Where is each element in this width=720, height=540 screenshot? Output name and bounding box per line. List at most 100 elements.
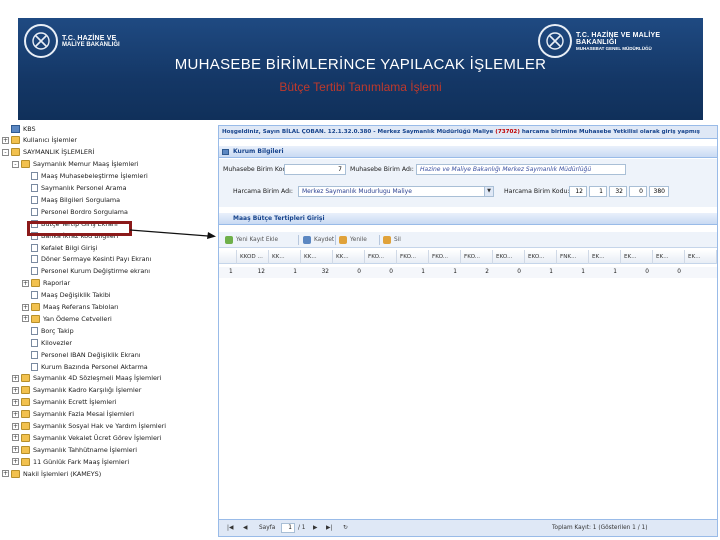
new-record-button[interactable]: Yeni Kayıt Ekle	[225, 235, 278, 245]
expand-icon[interactable]: +	[12, 374, 19, 382]
column-header[interactable]: KK...	[333, 250, 365, 264]
harcama-kodu-part4[interactable]: 0	[629, 186, 647, 197]
tree-item[interactable]: KBS	[2, 123, 36, 134]
tree-item[interactable]: Personel Bordro Sorgulama	[22, 206, 128, 217]
expand-icon[interactable]: +	[12, 434, 19, 442]
tree-item[interactable]: + Saymanlık Sosyal Hak ve Yardım İşlemler…	[12, 421, 166, 432]
tree-item[interactable]: + Maaş Referans Tabloları	[22, 302, 119, 313]
tree-item[interactable]: Kilovezler	[22, 337, 72, 348]
tree-item[interactable]: Döner Sermaye Kesinti Payı Ekranı	[22, 254, 151, 265]
folder-icon	[21, 374, 30, 383]
table-cell: 1	[453, 269, 457, 275]
expand-icon[interactable]: +	[12, 398, 19, 406]
chevron-down-icon[interactable]: ▼	[484, 187, 493, 196]
expand-icon[interactable]: +	[12, 446, 19, 454]
logo-right-line1: T.C. HAZİNE VE MALİYE BAKANLIĞI	[575, 31, 661, 46]
refresh-button[interactable]: Yenile	[339, 235, 367, 245]
expand-icon[interactable]: +	[12, 386, 19, 394]
column-header[interactable]: FKO...	[365, 250, 397, 264]
column-header[interactable]: FKO...	[461, 250, 493, 264]
expand-icon[interactable]: +	[22, 303, 29, 311]
document-icon	[31, 291, 38, 300]
tree-item[interactable]: Kefalet Bilgi Girişi	[22, 242, 97, 253]
tree-item[interactable]: + Saymanlık 4D Sözleşmeli Maaş İşlemleri	[12, 373, 161, 384]
column-header[interactable]: EKO...	[525, 250, 557, 264]
table-cell: 1	[549, 269, 553, 275]
expand-icon[interactable]: +	[12, 410, 19, 418]
column-header[interactable]: FKO...	[397, 250, 429, 264]
expand-icon[interactable]: +	[22, 279, 29, 287]
welcome-bar: Hoşgeldiniz, Sayın BİLAL ÇOBAN. 12.1.32.…	[219, 126, 717, 139]
tree-item[interactable]: + Saymanlık Tahhütname İşlemleri	[12, 444, 137, 455]
refresh-page-icon[interactable]: ↻	[343, 524, 348, 533]
previous-page-icon[interactable]: ◀	[243, 524, 247, 533]
collapse-icon[interactable]: -	[2, 148, 9, 156]
delete-button[interactable]: Sil	[383, 235, 401, 245]
tree-item[interactable]: + Kullanıcı İşlemler	[2, 135, 77, 146]
last-page-icon[interactable]: ▶|	[326, 524, 332, 533]
tree-item[interactable]: Kurum Bazında Personel Aktarma	[22, 361, 148, 372]
document-icon	[31, 362, 38, 371]
column-header[interactable]: FNK...	[557, 250, 589, 264]
folder-icon	[21, 445, 30, 454]
tree-item[interactable]: - Saymanlık Memur Maaş İşlemleri	[12, 159, 139, 170]
column-header[interactable]: FKO...	[429, 250, 461, 264]
column-header[interactable]: KK...	[269, 250, 301, 264]
harcama-kodu-part2[interactable]: 1	[589, 186, 607, 197]
folder-icon	[11, 148, 20, 157]
column-header[interactable]: KKOD ...	[237, 250, 269, 264]
expand-icon[interactable]: +	[2, 136, 9, 144]
harcama-adi-combo[interactable]: Merkez Saymanlık Mudurlugu Maliye ▼	[298, 186, 494, 197]
tree-item-label: Yan Ödeme Cetvelleri	[43, 314, 112, 323]
muhasebe-adi-field[interactable]: Hazine ve Maliye Bakanlığı Merkez Sayman…	[416, 164, 626, 175]
harcama-kodu-part5[interactable]: 380	[649, 186, 669, 197]
tree-item[interactable]: + Yan Ödeme Cetvelleri	[22, 313, 112, 324]
column-header[interactable]: EK...	[621, 250, 653, 264]
harcama-kodu-part1[interactable]: 12	[569, 186, 587, 197]
tree-item[interactable]: +11 Günlük Fark Maaş İşlemleri	[12, 456, 129, 467]
first-page-icon[interactable]: |◀	[227, 524, 233, 533]
expand-icon[interactable]: +	[22, 315, 29, 323]
ministry-logo-left: T.C. HAZİNE VE MALİYE BAKANLIĞI	[24, 24, 120, 58]
expand-icon[interactable]: +	[12, 458, 19, 466]
document-icon	[31, 172, 38, 181]
tree-item[interactable]: Personel IBAN Değişiklik Ekranı	[22, 349, 141, 360]
pointer-arrow-icon	[130, 229, 216, 239]
page-number-input[interactable]: 1	[281, 523, 295, 533]
muhasebe-kodu-field[interactable]: 7	[284, 164, 346, 175]
tree-item[interactable]: + Saymanlık Ecrett İşlemleri	[12, 397, 117, 408]
tree-item[interactable]: - SAYMANLIK İŞLEMLERİ	[2, 147, 94, 158]
expand-icon[interactable]: +	[12, 422, 19, 430]
tree-item[interactable]: + Raporlar	[22, 278, 70, 289]
next-page-icon[interactable]: ▶	[313, 524, 317, 533]
tree-item[interactable]: + Saymanlık Vekalet Ücret Görev İşlemleri	[12, 432, 161, 443]
tree-item[interactable]: + Nakil İşlemleri (KAMEYS)	[2, 468, 101, 479]
folder-icon	[21, 160, 30, 169]
page-subtitle: Bütçe Tertibi Tanımlama İşlemi	[279, 80, 442, 94]
tree-item[interactable]: + Saymanlık Kadro Karşılığı İşlemler	[12, 385, 141, 396]
kurum-bilgileri-header[interactable]: Kurum Bilgileri	[219, 146, 717, 158]
refresh-icon	[339, 236, 347, 244]
tree-item[interactable]: Personel Kurum Değiştirme ekranı	[22, 266, 150, 277]
column-header[interactable]: EK...	[589, 250, 621, 264]
tree-item[interactable]: Saymanlık Personel Arama	[22, 183, 127, 194]
tree-item[interactable]: + Saymanlık Fazla Mesai İşlemleri	[12, 409, 134, 420]
toolbar-separator	[298, 235, 299, 245]
total-records-text: Toplam Kayıt: 1 (Gösterilen 1 / 1)	[552, 525, 648, 531]
column-header[interactable]: EK...	[653, 250, 685, 264]
harcama-kodu-part3[interactable]: 32	[609, 186, 627, 197]
save-button[interactable]: Kaydet	[303, 235, 334, 245]
column-header[interactable]: EK...	[685, 250, 717, 264]
expand-icon[interactable]: +	[2, 470, 9, 478]
column-header[interactable]: EKO...	[493, 250, 525, 264]
column-header[interactable]: KK...	[301, 250, 333, 264]
welcome-text: Hoşgeldiniz, Sayın BİLAL ÇOBAN. 12.1.32.…	[222, 129, 494, 135]
table-row[interactable]: 1 12 1 32 0 0 1 1 2 0 1 1 1 0 0	[219, 267, 717, 278]
tree-item[interactable]: Maaş Muhasebeleştirme İşlemleri	[22, 171, 148, 182]
tree-item[interactable]: Maaş Bilgileri Sorgulama	[22, 194, 120, 205]
tree-item[interactable]: Maaş Değişiklik Takibi	[22, 290, 111, 301]
ministry-emblem-icon	[24, 24, 58, 58]
tree-item[interactable]: Borç Takip	[22, 325, 74, 336]
collapse-icon[interactable]: -	[12, 160, 19, 168]
butce-tertipleri-header[interactable]: Maaş Bütçe Tertipleri Girişi	[219, 213, 717, 225]
